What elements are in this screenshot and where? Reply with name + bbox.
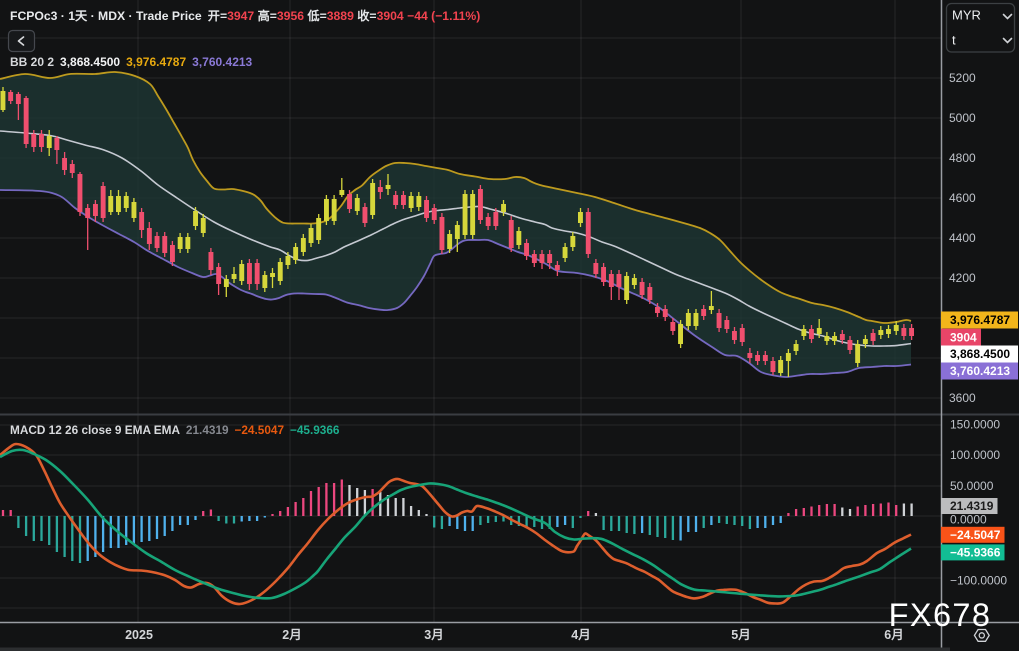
svg-text:5000: 5000: [949, 111, 976, 125]
svg-text:5200: 5200: [949, 71, 976, 85]
svg-text:3,760.4213: 3,760.4213: [950, 364, 1010, 378]
svg-text:FX678: FX678: [889, 597, 992, 633]
svg-text:3,976.4787: 3,976.4787: [950, 313, 1010, 327]
svg-text:4400: 4400: [949, 231, 976, 245]
svg-text:2月: 2月: [282, 628, 301, 642]
svg-text:0.0000: 0.0000: [950, 513, 987, 527]
svg-text:4200: 4200: [949, 271, 976, 285]
svg-text:3904: 3904: [950, 330, 977, 344]
svg-text:150.0000: 150.0000: [950, 418, 1000, 432]
svg-text:4600: 4600: [949, 191, 976, 205]
svg-text:−100.0000: −100.0000: [950, 574, 1007, 588]
svg-text:3600: 3600: [949, 391, 976, 405]
svg-text:MYR: MYR: [952, 8, 981, 23]
svg-text:FCPOc3 · 1天 · MDX · Trade Pric: FCPOc3 · 1天 · MDX · Trade Price 开=3947 高…: [10, 8, 480, 23]
svg-text:3月: 3月: [424, 628, 443, 642]
svg-text:−24.5047: −24.5047: [950, 528, 1001, 542]
svg-text:t: t: [952, 33, 956, 48]
svg-text:BB 20 2 3,868.4500 3,976.4787: BB 20 2 3,868.4500 3,976.4787 3,760.4213: [10, 55, 253, 69]
svg-text:−45.9366: −45.9366: [950, 546, 1001, 560]
svg-text:21.4319: 21.4319: [950, 499, 994, 513]
svg-text:MACD 12 26 close 9 EMA EMA 21.: MACD 12 26 close 9 EMA EMA 21.4319 −24.5…: [10, 423, 340, 437]
svg-text:4800: 4800: [949, 151, 976, 165]
svg-text:5月: 5月: [731, 628, 750, 642]
svg-text:4月: 4月: [571, 628, 590, 642]
svg-text:100.0000: 100.0000: [950, 448, 1000, 462]
svg-text:2025: 2025: [125, 628, 153, 642]
svg-text:50.0000: 50.0000: [950, 479, 994, 493]
svg-text:3,868.4500: 3,868.4500: [950, 347, 1010, 361]
